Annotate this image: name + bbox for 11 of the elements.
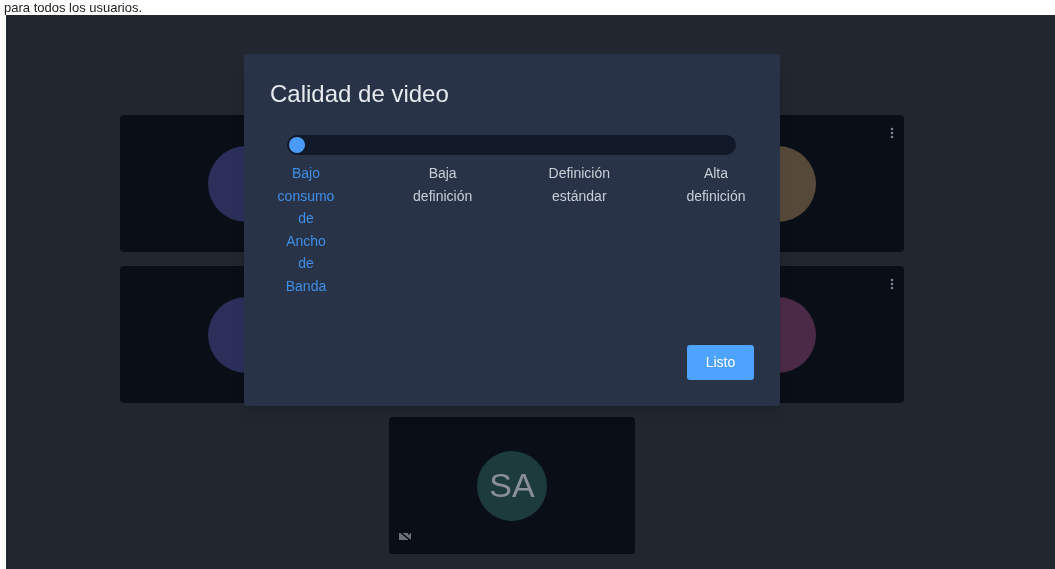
more-options-icon[interactable]: [890, 278, 894, 290]
quality-option[interactable]: Bajo consumo de Ancho de Banda: [277, 162, 335, 297]
page-text: para todos los usuarios.: [4, 0, 143, 15]
avatar: SA: [477, 450, 547, 521]
quality-slider-track[interactable]: [287, 135, 736, 155]
quality-option[interactable]: Definición estándar: [548, 162, 611, 297]
slider-thumb[interactable]: [289, 137, 305, 153]
dialog-title: Calidad de video: [270, 80, 449, 108]
more-options-icon[interactable]: [890, 127, 894, 139]
quality-option[interactable]: Baja definición: [413, 162, 473, 297]
quality-option[interactable]: Alta definición: [686, 162, 746, 297]
